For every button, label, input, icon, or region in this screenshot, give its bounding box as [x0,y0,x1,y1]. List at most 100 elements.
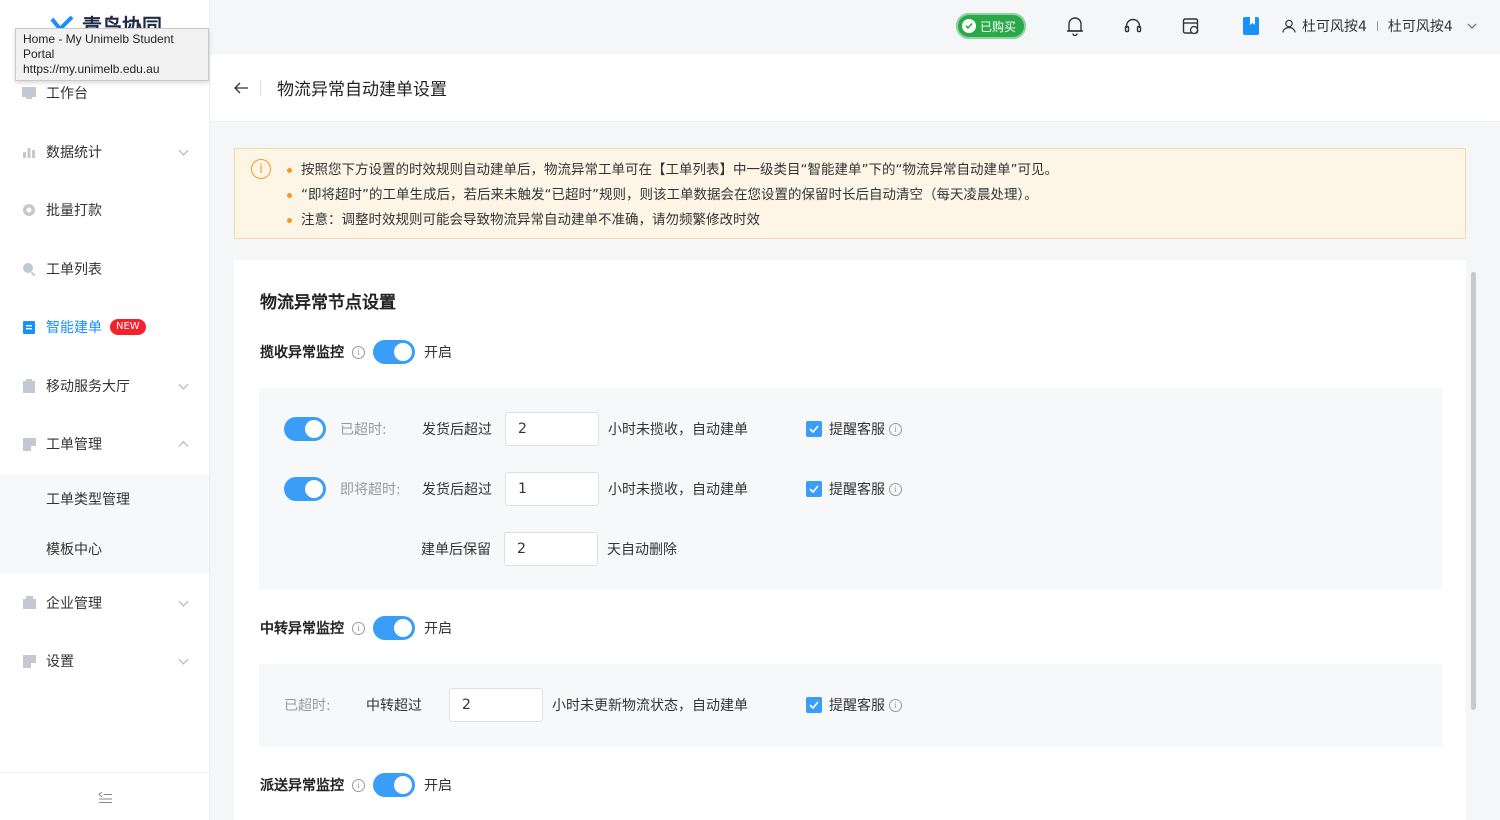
purchased-badge[interactable]: 已购买 [956,13,1027,39]
sidebar-item-service-hall[interactable]: 移动服务大厅 [0,357,209,416]
rule-prefix: 建单后保留 [421,542,491,558]
collect-overdue-hours-input[interactable]: 2 [505,412,599,446]
delivery-monitor-toggle[interactable] [373,773,415,797]
collect-near-overdue-toggle[interactable] [284,477,326,501]
sidebar-item-smart-create[interactable]: 智能建单 NEW [0,298,209,357]
settings-icon [22,654,36,668]
checkbox-label: 提醒客服 [829,422,885,438]
sidebar-item-ticket-management[interactable]: 工单管理 [0,415,209,474]
rule-label: 即将超时: [340,482,401,498]
info-icon[interactable]: i [889,422,902,436]
collect-monitor-toggle[interactable] [373,340,415,364]
sidebar-item-settings[interactable]: 设置 [0,632,209,691]
chevron-down-icon [1467,23,1477,29]
user-icon [1282,19,1296,33]
remind-service-checkbox[interactable]: 提醒客服 [806,695,885,715]
retain-days-input[interactable]: 2 [504,532,598,566]
search-icon [22,262,36,276]
tooltip-title: Home - My Unimelb Student Portal [23,32,174,61]
purchased-label: 已购买 [980,19,1017,34]
company-name: 杜可风按4 [1387,19,1453,35]
bookmark-icon[interactable] [1240,15,1262,37]
checkbox-label: 提醒客服 [829,482,885,498]
document-icon [22,320,36,334]
checkbox-checked-icon [806,481,822,497]
collect-near-overdue-rule: 即将超时: 发货后超过 1 小时未揽收，自动建单 提醒客服 i [284,472,910,506]
section-title: 物流异常节点设置 [260,293,396,313]
sidebar-item-batch-payment[interactable]: 批量打款 [0,181,209,240]
check-circle-icon [962,19,976,33]
transit-overdue-hours-input[interactable]: 2 [449,688,543,722]
toggle-state: 开启 [424,345,452,361]
chevron-down-icon [178,596,189,607]
remind-service-checkbox[interactable]: 提醒客服 [806,479,885,499]
info-icon[interactable]: i [352,345,365,359]
rule-prefix: 发货后超过 [422,422,492,438]
sidebar-item-label: 数据统计 [46,144,102,161]
rule-prefix: 发货后超过 [422,482,492,498]
sidebar-item-label: 设置 [46,654,74,671]
toggle-state: 开启 [424,778,452,794]
page-title: 物流异常自动建单设置 [277,80,447,100]
chevron-up-icon [178,441,189,452]
divider [260,80,261,95]
collect-rules-panel: 已超时: 发货后超过 2 小时未揽收，自动建单 提醒客服 i 即将超时: 发货后… [259,388,1442,590]
info-icon[interactable]: i [889,482,902,496]
chevron-down-icon [178,379,189,390]
new-badge: NEW [110,319,146,336]
checkbox-checked-icon [806,697,822,713]
sidebar-subitem-ticket-types[interactable]: 工单类型管理 [0,474,209,524]
rule-label: 已超时: [340,422,387,438]
transit-monitor-toggle[interactable] [373,616,415,640]
sidebar-item-label: 工单管理 [46,437,102,454]
settings-card: 物流异常节点设置 揽收异常监控 i 开启 已超时: 发货后超过 2 小时未揽收，… [234,260,1466,820]
collect-monitor-row: 揽收异常监控 i 开启 [260,340,452,364]
folder-icon [22,437,36,451]
info-circle-icon: i [251,159,271,179]
task-calendar-icon[interactable] [1180,15,1202,37]
sidebar-item-label: 智能建单 [46,320,102,337]
rule-suffix: 天自动删除 [607,542,677,558]
building-icon [22,596,36,610]
transit-monitor-row: 中转异常监控 i 开启 [260,616,452,640]
collect-near-overdue-hours-input[interactable]: 1 [505,472,599,506]
user-name: 杜可风按4 [1302,19,1367,35]
sidebar-item-enterprise[interactable]: 企业管理 [0,574,209,633]
coin-icon [22,203,36,217]
top-bar: 已购买 杜可风按4 杜可风按4 [210,0,1500,54]
rule-suffix: 小时未更新物流状态，自动建单 [552,698,748,714]
sidebar-item-ticket-list[interactable]: 工单列表 [0,240,209,299]
sidebar-item-label: 工单列表 [46,261,102,278]
toggle-state: 开启 [424,621,452,637]
rule-suffix: 小时未揽收，自动建单 [608,482,748,498]
sidebar-item-statistics[interactable]: 数据统计 [0,123,209,182]
info-icon[interactable]: i [352,621,365,635]
scrollbar[interactable] [1471,272,1476,710]
transit-rules-panel: 已超时: 中转超过 2 小时未更新物流状态，自动建单 提醒客服 i [259,664,1442,747]
delivery-monitor-label: 派送异常监控 [260,778,344,794]
info-icon[interactable]: i [889,698,902,712]
ticket-management-submenu: 工单类型管理 模板中心 [0,473,209,574]
headset-icon[interactable] [1122,15,1144,37]
arrow-left-icon [234,82,248,93]
collect-retain-rule: 建单后保留 2 天自动删除 [421,532,677,566]
info-icon[interactable]: i [352,778,365,792]
back-button[interactable] [234,80,250,96]
bell-icon[interactable] [1064,15,1086,37]
notice-item: 注意：调整时效规则可能会导致物流异常自动建单不准确，请勿频繁修改时效 [287,208,1449,233]
divider [1376,21,1378,31]
transit-overdue-rule: 已超时: 中转超过 2 小时未更新物流状态，自动建单 提醒客服 i [284,688,910,722]
page-header: 物流异常自动建单设置 [210,54,1500,122]
collect-overdue-rule: 已超时: 发货后超过 2 小时未揽收，自动建单 提醒客服 i [284,412,910,446]
remind-service-checkbox[interactable]: 提醒客服 [806,419,885,439]
collect-overdue-toggle[interactable] [284,417,326,441]
sidebar-subitem-template-center[interactable]: 模板中心 [0,524,209,574]
checkbox-label: 提醒客服 [829,698,885,714]
sidebar-nav: 工作台 数据统计 批量打款 工单列表 智能建单 NEW 移动服务大厅 工单管理 [0,64,209,691]
user-menu[interactable]: 杜可风按4 杜可风按4 [1282,16,1477,36]
collapse-menu-icon [97,791,112,803]
chevron-down-icon [178,654,189,665]
bar-chart-icon [22,145,36,159]
collapse-sidebar-button[interactable] [0,772,209,820]
notice-item: 按照您下方设置的时效规则自动建单后，物流异常工单可在【工单列表】中一级类目“智能… [287,158,1449,183]
